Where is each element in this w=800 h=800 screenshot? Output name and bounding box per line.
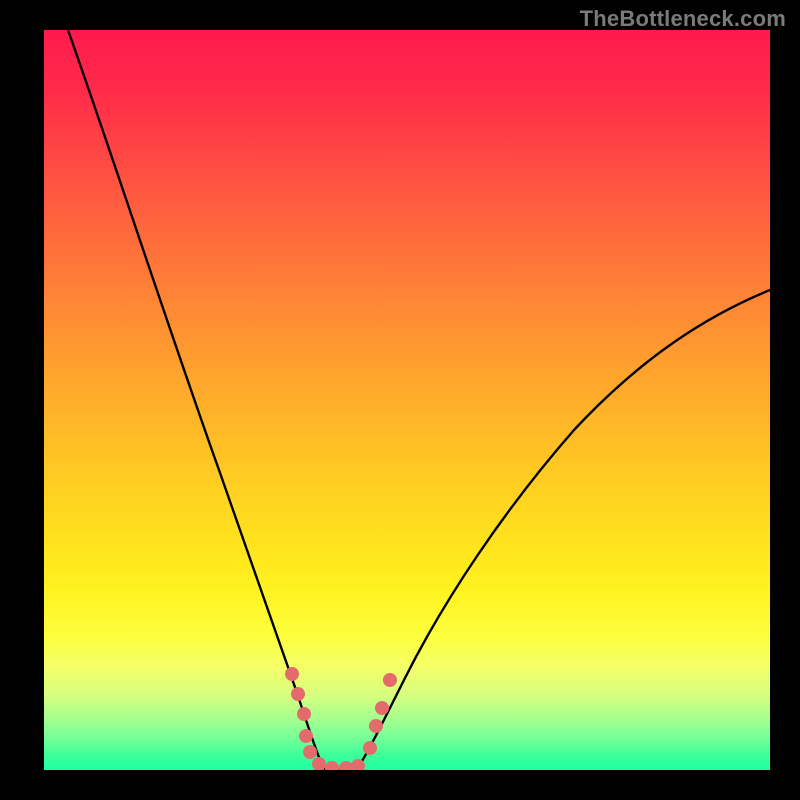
data-marker (297, 707, 311, 721)
data-marker (363, 741, 377, 755)
data-marker (285, 667, 299, 681)
data-marker (299, 729, 313, 743)
data-marker (369, 719, 383, 733)
right-curve (356, 290, 770, 770)
plot-area (44, 30, 770, 770)
curve-layer (44, 30, 770, 770)
data-marker (291, 687, 305, 701)
data-marker (351, 759, 365, 770)
data-marker (383, 673, 397, 687)
data-marker (312, 757, 326, 770)
data-marker (375, 701, 389, 715)
data-marker (325, 761, 339, 770)
chart-frame: TheBottleneck.com (0, 0, 800, 800)
left-curve (68, 30, 327, 770)
watermark: TheBottleneck.com (580, 6, 786, 32)
